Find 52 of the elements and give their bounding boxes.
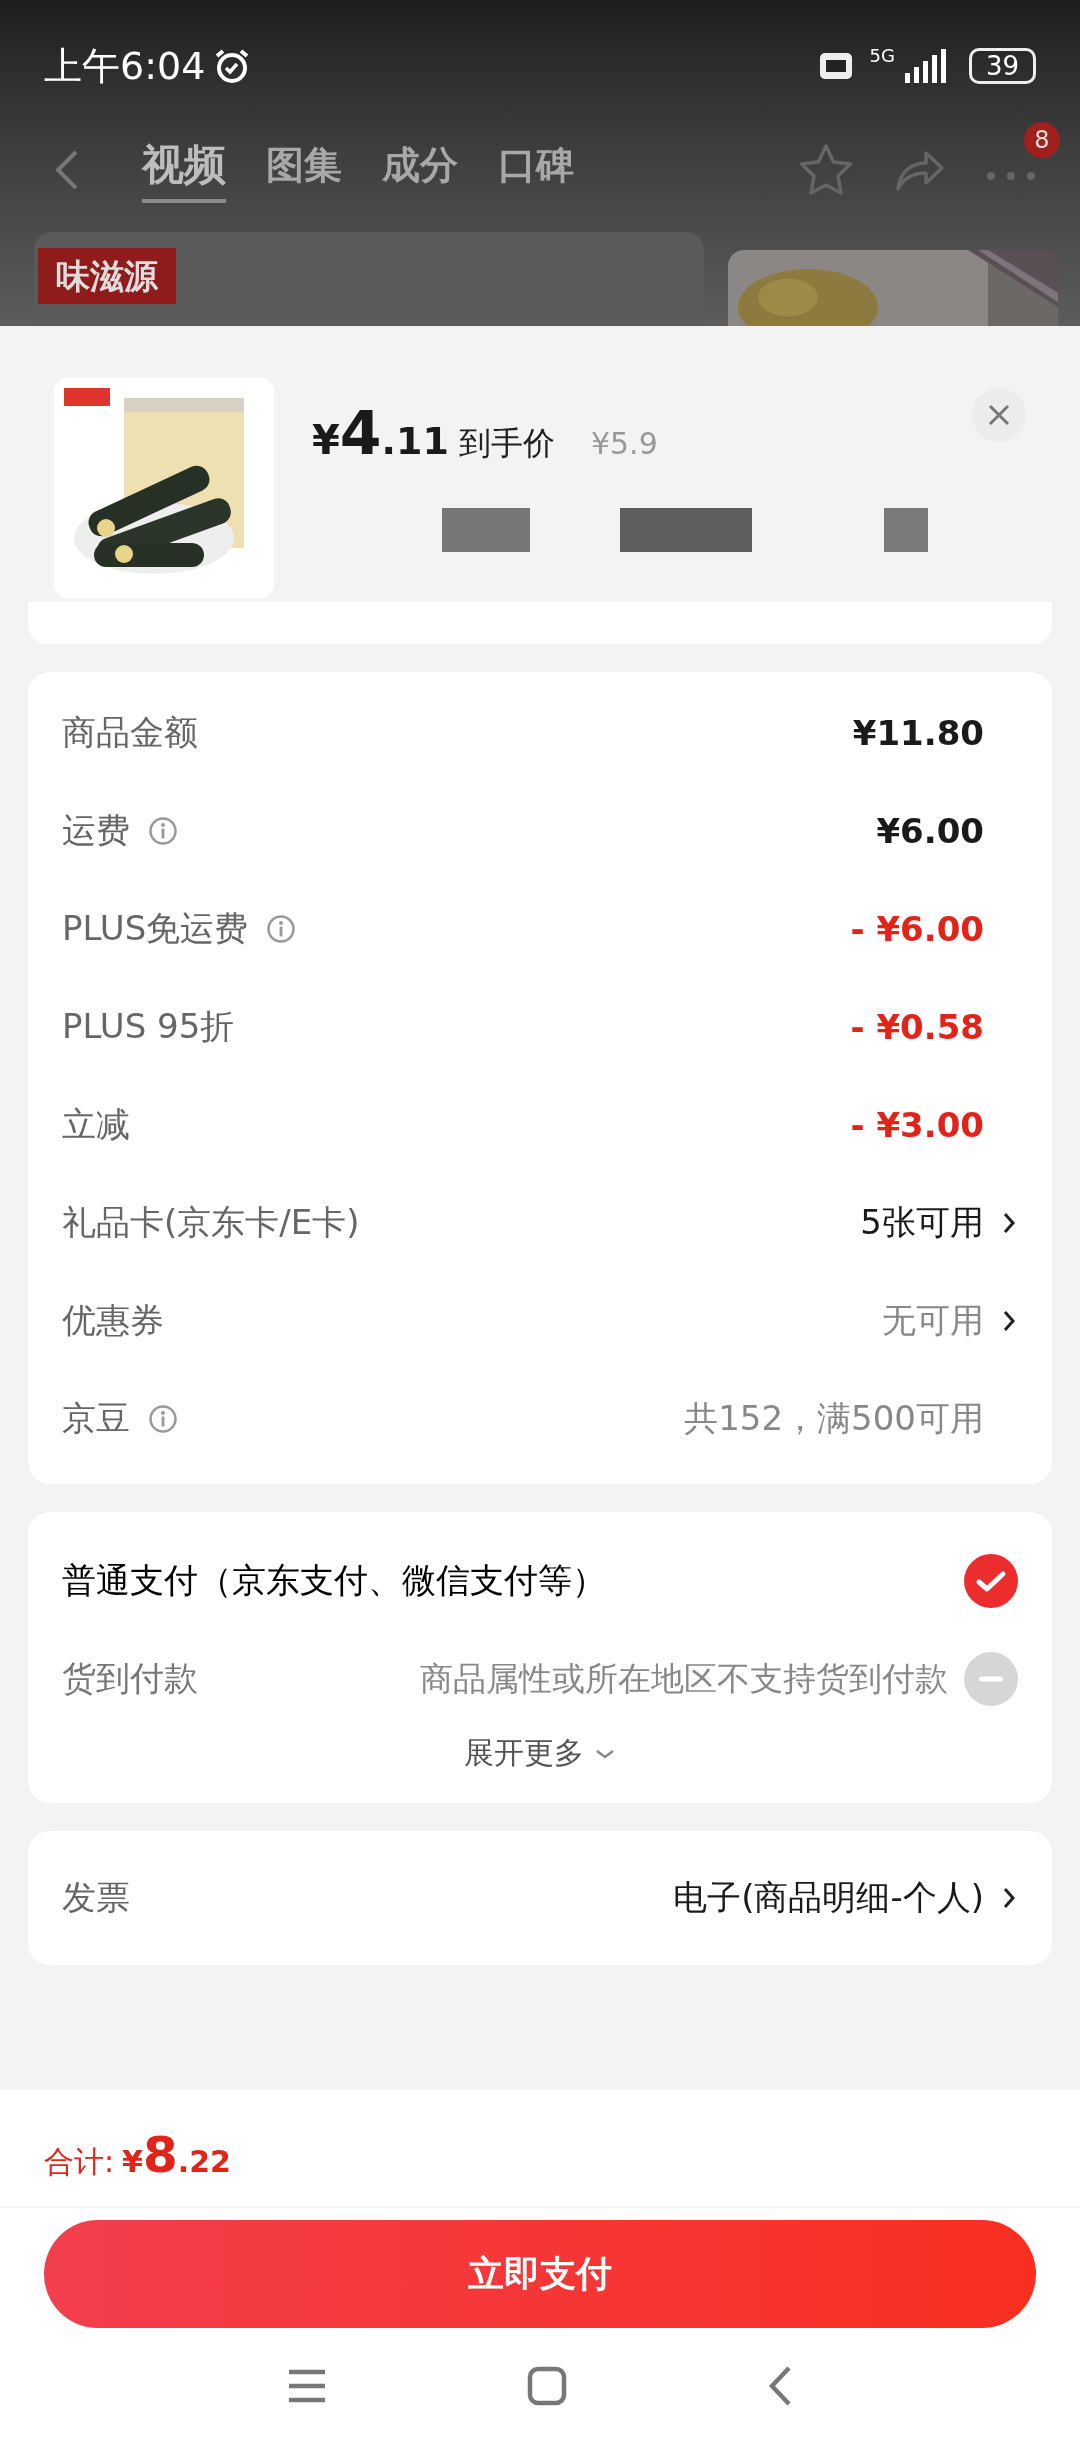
row-value: - ¥3.00 <box>850 1105 984 1145</box>
notification-badge: 8 <box>1024 121 1060 158</box>
original-price: ¥5.9 <box>590 426 658 461</box>
row-label: 优惠券 <box>62 1299 164 1342</box>
payment-option[interactable]: 普通支付（京东支付、微信支付等） <box>62 1558 606 1604</box>
row-value: - ¥6.00 <box>850 909 984 949</box>
info-icon[interactable] <box>148 1404 178 1434</box>
nav-tab[interactable]: 口碑 <box>498 137 574 203</box>
signal-icon <box>902 49 947 83</box>
home-icon[interactable] <box>527 2366 567 2406</box>
invoice-value[interactable]: 电子(商品明细-个人) <box>673 1875 984 1921</box>
radio-button[interactable] <box>964 1554 1018 1608</box>
row-value[interactable]: 无可用 <box>882 1298 984 1344</box>
row-label: 运费 <box>62 809 130 852</box>
brand-tag: 味滋源 <box>38 248 176 304</box>
pay-now-button[interactable]: 立即支付 <box>44 2220 1036 2328</box>
row-value: - ¥0.58 <box>850 1007 984 1047</box>
row-label: PLUS 95折 <box>62 1005 235 1048</box>
nav-tab[interactable]: 视频 <box>142 137 226 203</box>
total-label: 合计: <box>44 2143 115 2181</box>
row-label: 商品金额 <box>62 711 198 754</box>
row-value: 共152，满500可用 <box>684 1397 984 1440</box>
price-label: 到手价 <box>458 423 555 464</box>
row-label: 立减 <box>62 1103 130 1146</box>
row-value: ¥6.00 <box>876 811 984 851</box>
nav-tab[interactable]: 图集 <box>266 137 342 203</box>
row-label: 礼品卡(京东卡/E卡) <box>62 1201 360 1244</box>
status-time: 上午6:04 <box>44 42 206 90</box>
row-label: 京豆 <box>62 1397 130 1440</box>
star-icon[interactable] <box>798 143 854 197</box>
chevron-icon <box>1002 1211 1016 1235</box>
payment-note: 商品属性或所在地区不支持货到付款 <box>420 1657 948 1700</box>
row-value: ¥11.80 <box>852 713 984 753</box>
price: ¥4.11 <box>312 398 449 468</box>
nav-tab[interactable]: 成分 <box>382 137 458 203</box>
row-value[interactable]: 5张可用 <box>860 1200 984 1246</box>
chevron-icon <box>1002 1309 1016 1333</box>
info-icon[interactable] <box>148 816 178 846</box>
chevron-icon <box>1002 1886 1016 1910</box>
network-label: 5G <box>869 44 895 66</box>
info-icon[interactable] <box>266 914 297 944</box>
battery-indicator: 39 <box>968 48 1036 84</box>
hd-icon <box>819 53 852 79</box>
expand-more-button[interactable]: 展开更多 <box>458 1732 622 1775</box>
more-icon[interactable] <box>986 170 1036 181</box>
total-amount: ¥8.22 <box>122 2126 231 2184</box>
back-icon[interactable] <box>767 2365 793 2407</box>
close-icon <box>988 404 1010 426</box>
redacted-block <box>884 508 928 552</box>
invoice-label: 发票 <box>62 1876 130 1919</box>
row-label: PLUS免运费 <box>62 907 249 950</box>
menu-icon[interactable] <box>287 2369 327 2403</box>
